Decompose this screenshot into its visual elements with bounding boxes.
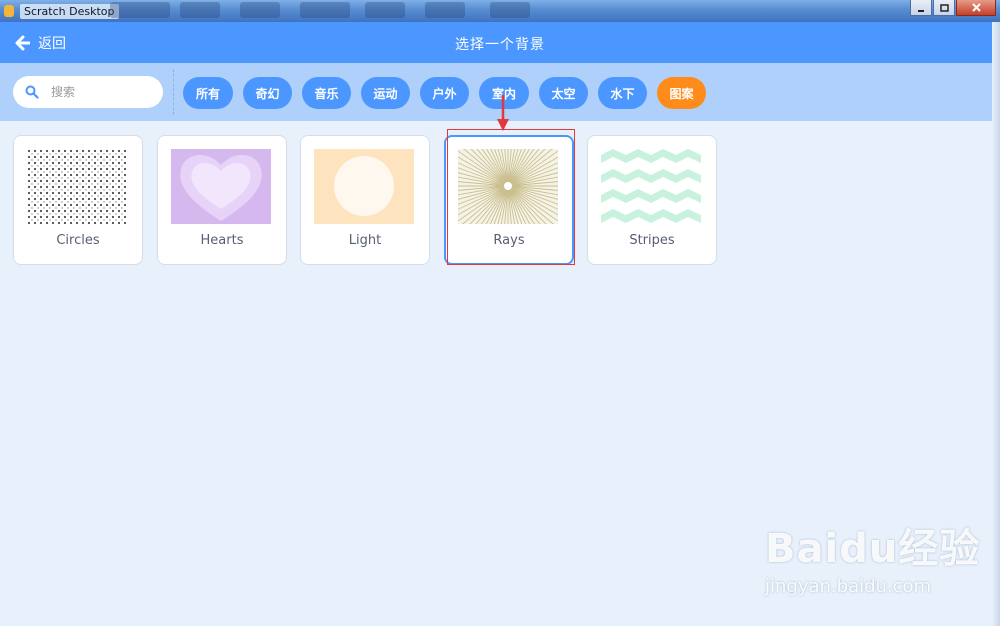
backdrop-card-rays[interactable]: Rays (444, 135, 574, 265)
blurred-taskbar-item (300, 2, 350, 18)
watermark-url: jingyan.baidu.com (765, 576, 932, 597)
scratch-window: Scratch Desktop 返回 选择一个背景 搜索 所有 奇幻 音乐 运动… (0, 0, 1000, 626)
blurred-taskbar-item (425, 2, 465, 18)
page-title: 选择一个背景 (455, 37, 545, 53)
circles-thumbnail (27, 149, 127, 224)
backdrop-name: Light (348, 233, 382, 248)
tag-all[interactable]: 所有 (183, 77, 233, 109)
backdrop-card-circles[interactable]: Circles (13, 135, 143, 265)
backdrop-name: Hearts (200, 233, 244, 248)
search-input[interactable] (51, 85, 141, 99)
backdrop-name: Stripes (629, 233, 675, 248)
tag-outdoors[interactable]: 户外 (420, 77, 469, 109)
tag-underwater[interactable]: 水下 (598, 77, 647, 109)
tag-space[interactable]: 太空 (539, 77, 588, 109)
window-edge (992, 22, 1000, 626)
close-icon (971, 3, 981, 12)
backdrop-card-stripes[interactable]: Stripes (587, 135, 717, 265)
blurred-taskbar-item (110, 2, 170, 18)
blurred-taskbar-item (365, 2, 405, 18)
window-titlebar[interactable]: Scratch Desktop (0, 0, 1000, 22)
backdrop-name: Rays (493, 233, 525, 248)
search-icon (25, 85, 39, 99)
tag-music[interactable]: 音乐 (302, 77, 351, 109)
window-controls (910, 0, 996, 16)
hearts-thumbnail (171, 149, 271, 224)
scratch-app-icon (4, 5, 14, 17)
rays-thumbnail (458, 149, 558, 224)
annotation-arrow-icon (495, 95, 511, 137)
tag-sports[interactable]: 运动 (361, 77, 410, 109)
filter-divider (173, 69, 174, 115)
window-title: Scratch Desktop (20, 3, 119, 19)
baidu-watermark: Baidu经验 jingyan.baidu.com (765, 516, 980, 597)
maximize-icon (939, 3, 949, 12)
watermark-brand: Baidu经验 (765, 526, 981, 572)
library-header: 返回 选择一个背景 (0, 22, 1000, 63)
backdrop-name: Circles (56, 233, 100, 248)
stripes-thumbnail (601, 149, 701, 224)
backdrop-card-light[interactable]: Light (300, 135, 430, 265)
search-box[interactable] (13, 76, 163, 108)
minimize-icon (918, 9, 924, 12)
blurred-taskbar-item (180, 2, 220, 18)
minimize-button[interactable] (910, 0, 932, 16)
maximize-button[interactable] (933, 0, 955, 16)
blurred-taskbar-item (240, 2, 280, 18)
backdrop-card-hearts[interactable]: Hearts (157, 135, 287, 265)
close-button[interactable] (956, 0, 996, 16)
light-thumbnail (314, 149, 414, 224)
tag-patterns[interactable]: 图案 (657, 77, 706, 109)
blurred-taskbar-item (490, 2, 530, 18)
tag-fantasy[interactable]: 奇幻 (243, 77, 292, 109)
